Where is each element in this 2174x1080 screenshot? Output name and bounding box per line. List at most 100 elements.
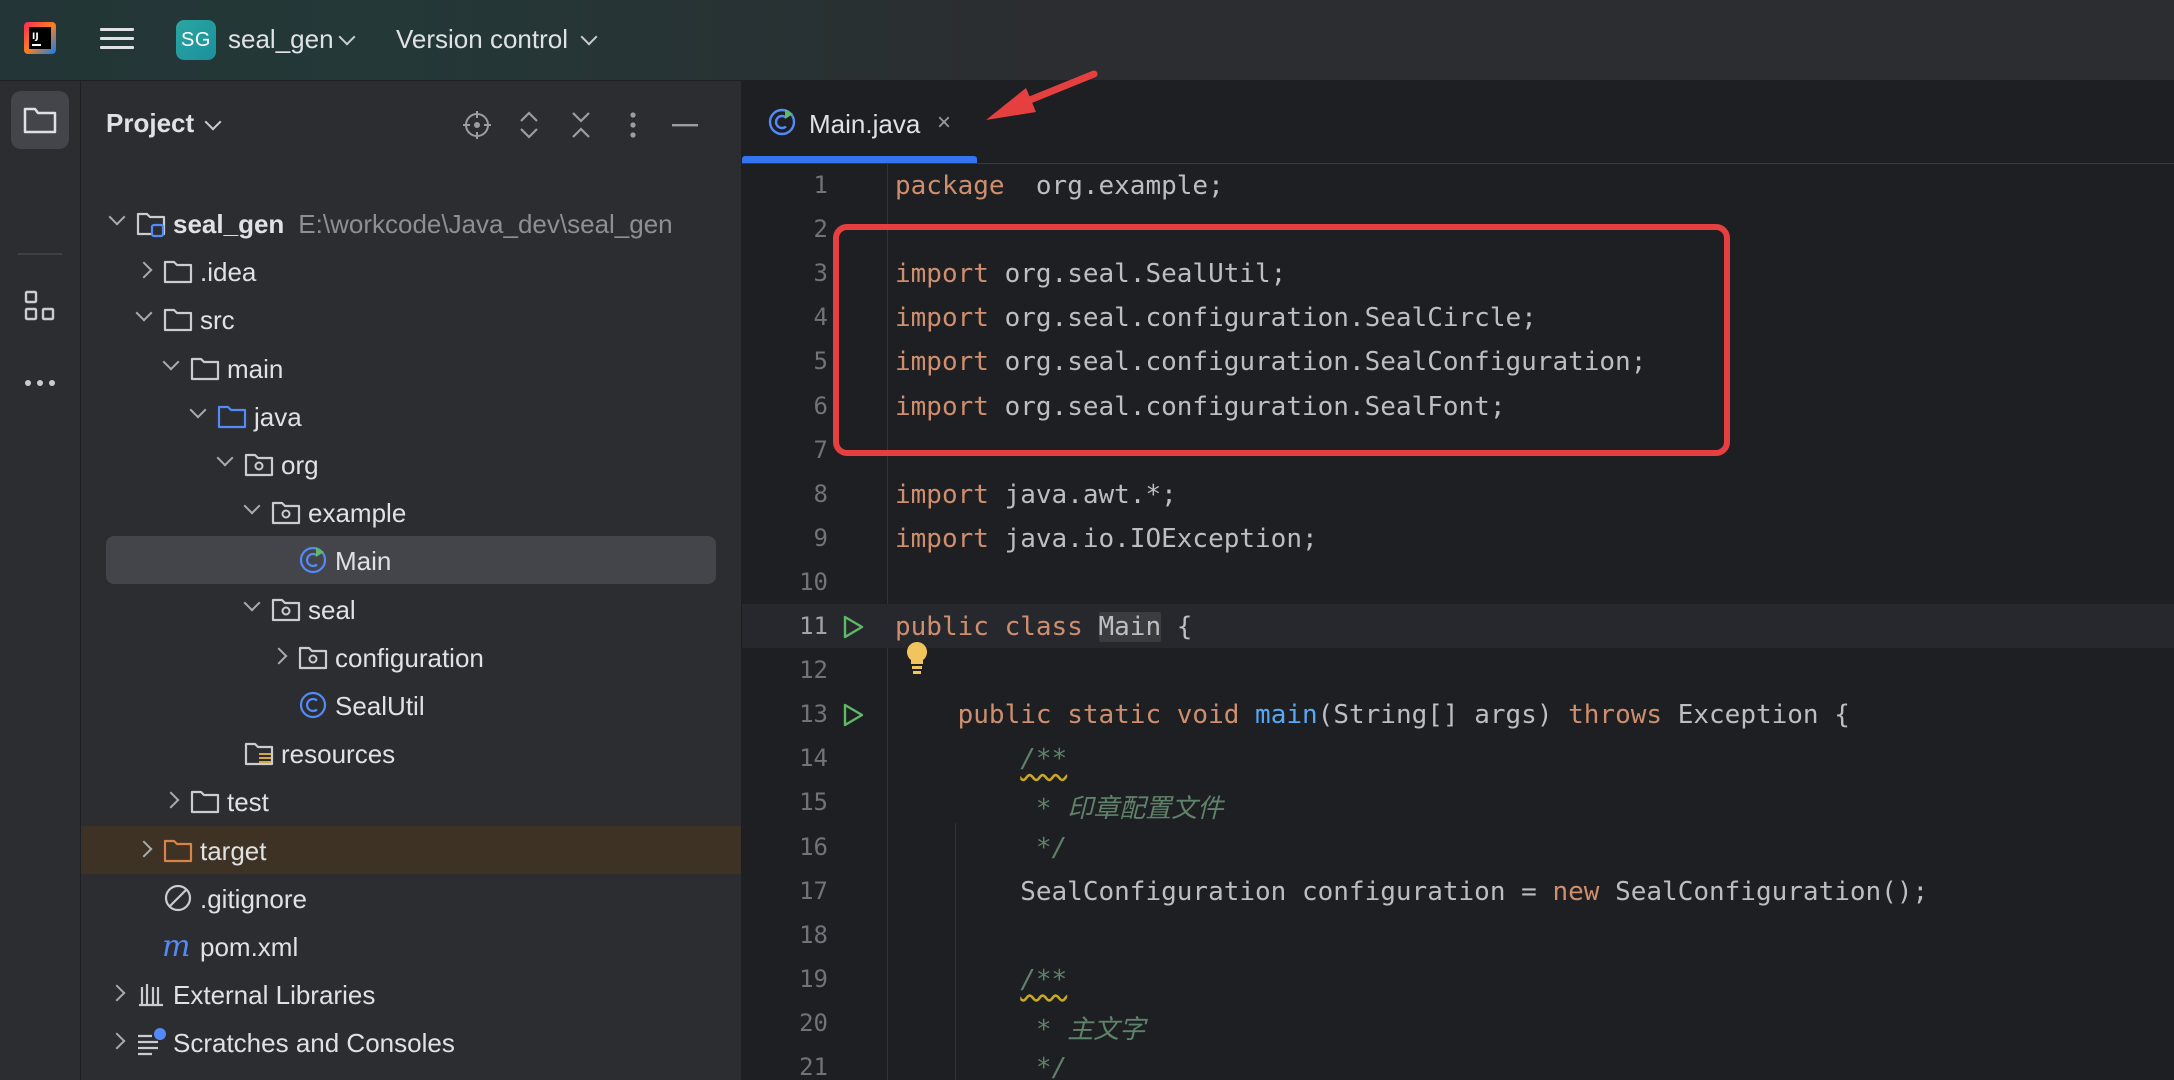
chevron-right-icon[interactable] <box>108 984 126 1002</box>
project-selector[interactable]: seal_gen <box>228 24 334 55</box>
tree-item-name: src <box>200 305 235 336</box>
run-gutter-icon[interactable] <box>840 702 866 728</box>
project-badge[interactable]: SG <box>176 20 216 60</box>
structure-tool-button[interactable] <box>11 277 69 335</box>
line-number[interactable]: 12 <box>742 656 828 684</box>
line-number[interactable]: 17 <box>742 877 828 905</box>
code-token: import <box>895 523 989 554</box>
chevron-down-icon[interactable] <box>162 353 180 371</box>
tree-item-external-libraries[interactable]: External Libraries <box>81 970 741 1018</box>
run-gutter-icon[interactable] <box>840 614 866 640</box>
tree-item-example[interactable]: example <box>81 488 741 536</box>
chevron-down-icon[interactable] <box>243 594 261 612</box>
tree-item-main[interactable]: main <box>81 344 741 392</box>
chevron-down-icon[interactable] <box>189 401 207 419</box>
line-number[interactable]: 14 <box>742 744 828 772</box>
chevron-down-icon[interactable] <box>135 304 153 322</box>
structure-icon <box>24 290 55 321</box>
line-number[interactable]: 18 <box>742 921 828 949</box>
chevron-down-icon[interactable] <box>204 113 222 131</box>
chevron-down-icon[interactable] <box>580 28 598 46</box>
code-line[interactable]: 10 <box>742 560 2174 604</box>
line-number[interactable]: 21 <box>742 1053 828 1080</box>
code-line[interactable]: 18 <box>742 913 2174 957</box>
code-line[interactable]: 19 /** <box>742 957 2174 1001</box>
line-number[interactable]: 9 <box>742 524 828 552</box>
line-number[interactable]: 2 <box>742 215 828 243</box>
code-line[interactable]: 9 import java.io.IOException; <box>742 516 2174 560</box>
more-vertical-icon[interactable] <box>617 109 649 141</box>
expand-all-icon[interactable] <box>513 109 545 141</box>
chevron-right-icon[interactable] <box>270 647 288 665</box>
line-number[interactable]: 10 <box>742 568 828 596</box>
intellij-logo-icon[interactable]: IJ <box>24 22 56 54</box>
chevron-down-icon[interactable] <box>216 449 234 467</box>
chevron-down-icon[interactable] <box>108 208 126 226</box>
tree-item-java[interactable]: java <box>81 392 741 440</box>
package-icon <box>297 641 329 673</box>
lightbulb-icon[interactable] <box>904 640 930 676</box>
code-text: /** <box>895 965 1067 995</box>
line-number[interactable]: 15 <box>742 788 828 816</box>
more-horizontal-icon <box>25 380 55 386</box>
tree-item-label: target <box>200 836 267 867</box>
tree-item-target[interactable]: target <box>81 825 741 874</box>
tree-item-src[interactable]: src <box>81 295 741 343</box>
line-number[interactable]: 11 <box>742 612 828 640</box>
code-line[interactable]: 21 */ <box>742 1045 2174 1080</box>
line-number[interactable]: 16 <box>742 833 828 861</box>
tree-item-seal-gen[interactable]: seal_gen E:\workcode\Java_dev\seal_gen <box>81 199 741 247</box>
editor-tab-main-java[interactable]: Main.java × <box>742 81 977 163</box>
code-line[interactable]: 20 * 主文字 <box>742 1001 2174 1045</box>
locate-icon[interactable] <box>461 109 493 141</box>
line-number[interactable]: 5 <box>742 347 828 375</box>
panel-title[interactable]: Project <box>106 108 194 139</box>
more-tools-button[interactable] <box>11 354 69 412</box>
chevron-down-icon[interactable] <box>338 28 356 46</box>
tree-item-org[interactable]: org <box>81 440 741 488</box>
main-menu-button[interactable] <box>100 24 134 56</box>
collapse-all-icon[interactable] <box>565 109 597 141</box>
code-line[interactable]: 12 <box>742 648 2174 692</box>
minimize-icon[interactable] <box>669 109 701 141</box>
chevron-right-icon[interactable] <box>108 1032 126 1050</box>
line-number[interactable]: 4 <box>742 303 828 331</box>
code-line[interactable]: 1 package org.example; <box>742 163 2174 207</box>
tree-item-resources[interactable]: resources <box>81 729 741 777</box>
close-icon[interactable]: × <box>937 111 951 135</box>
panel-actions <box>461 109 701 141</box>
line-number[interactable]: 3 <box>742 259 828 287</box>
tree-item-configuration[interactable]: configuration <box>81 633 741 681</box>
code-line[interactable]: 17 SealConfiguration configuration = new… <box>742 869 2174 913</box>
code-line[interactable]: 14 /** <box>742 736 2174 780</box>
tree-item-pom-xml[interactable]: m pom.xml <box>81 922 741 970</box>
line-number[interactable]: 1 <box>742 171 828 199</box>
line-number[interactable]: 13 <box>742 700 828 728</box>
line-number[interactable]: 6 <box>742 392 828 420</box>
tree-item-idea[interactable]: .idea <box>81 247 741 295</box>
tree-item-seal[interactable]: seal <box>81 585 741 633</box>
code-line[interactable]: 16 */ <box>742 825 2174 869</box>
line-number[interactable]: 7 <box>742 436 828 464</box>
version-control-menu[interactable]: Version control <box>396 24 568 55</box>
code-line[interactable]: 15 * 印章配置文件 <box>742 780 2174 824</box>
tree-item-test[interactable]: test <box>81 777 741 825</box>
line-number[interactable]: 8 <box>742 480 828 508</box>
tree-item-scratches-and-consoles[interactable]: Scratches and Consoles <box>81 1018 741 1066</box>
code-line[interactable]: 8 import java.awt.*; <box>742 472 2174 516</box>
project-tool-button[interactable] <box>11 91 69 149</box>
code-line[interactable]: 13 public static void main(String[] args… <box>742 692 2174 736</box>
code-token: * 印章配置文件 <box>1020 794 1224 825</box>
line-number[interactable]: 20 <box>742 1009 828 1037</box>
line-number[interactable]: 19 <box>742 965 828 993</box>
maven-icon: m <box>162 929 194 964</box>
chevron-right-icon[interactable] <box>135 261 153 279</box>
tree-item-gitignore[interactable]: .gitignore <box>81 874 741 922</box>
tree-item-main[interactable]: Main <box>81 536 741 585</box>
chevron-right-icon[interactable] <box>135 840 153 858</box>
tree-item-sealutil[interactable]: SealUtil <box>81 681 741 729</box>
chevron-down-icon[interactable] <box>243 497 261 515</box>
code-line[interactable]: 11 public class Main { <box>742 604 2174 648</box>
chevron-right-icon[interactable] <box>162 791 180 809</box>
